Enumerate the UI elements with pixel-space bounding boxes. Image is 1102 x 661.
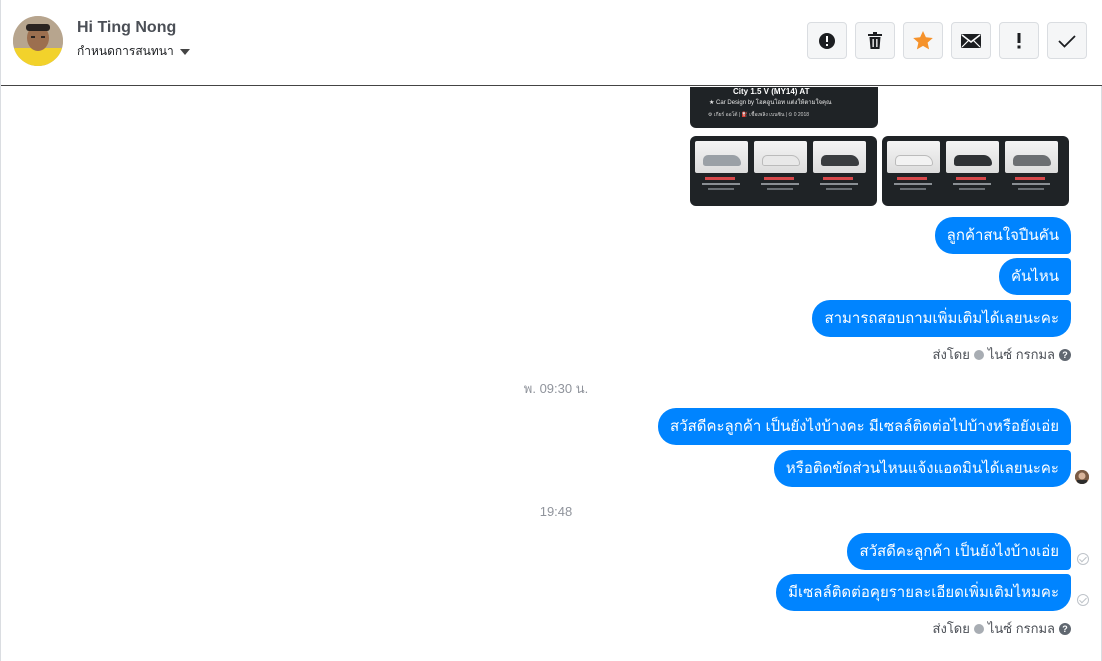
sent-by-info: ส่งโดย ไนซ์ กรกมล ? — [933, 344, 1071, 365]
sender-name[interactable]: ไนซ์ กรกมล — [988, 344, 1055, 365]
image-attachment-car-list-1[interactable] — [690, 136, 877, 206]
sent-by-label: ส่งโดย — [932, 621, 970, 636]
message-bubble[interactable]: ลูกค้าสนใจปืนคัน — [934, 217, 1071, 254]
mail-button[interactable] — [951, 22, 991, 59]
important-button[interactable] — [999, 22, 1039, 59]
image-attachment-car-list-2[interactable] — [882, 136, 1069, 206]
caret-down-icon — [179, 48, 190, 55]
star-icon — [913, 31, 933, 50]
important-icon — [1017, 32, 1021, 48]
car-title: City 1.5 V (MY14) AT — [733, 87, 810, 96]
car-subtitle: ★ Car Design by โฮคอูนโอท แต่งให้ตามใจคุ… — [709, 100, 832, 106]
contact-avatar[interactable] — [13, 16, 63, 66]
contact-name[interactable]: Hi Ting Nong — [77, 19, 176, 37]
image-attachment-car-banner[interactable]: City 1.5 V (MY14) AT ★ Car Design by โฮค… — [690, 87, 878, 128]
conversation-schedule-label: กำหนดการสนทนา — [77, 44, 174, 58]
conversation-header: Hi Ting Nong กำหนดการสนทนา — [1, 0, 1102, 86]
sent-check-icon — [1077, 594, 1089, 606]
page-icon — [973, 349, 984, 360]
car-listing-card — [754, 141, 807, 200]
mail-icon — [961, 33, 981, 48]
car-listing-card — [813, 141, 866, 200]
timestamp-divider: พ. 09:30 น. — [523, 381, 589, 396]
help-icon[interactable]: ? — [1059, 348, 1071, 361]
report-button[interactable] — [807, 22, 847, 59]
mark-done-button[interactable] — [1047, 22, 1087, 59]
sent-check-icon — [1077, 553, 1089, 565]
delete-button[interactable] — [855, 22, 895, 59]
car-listing-card — [887, 141, 940, 200]
timestamp-divider: 19:48 — [539, 504, 573, 519]
car-listing-card — [695, 141, 748, 200]
sender-name[interactable]: ไนซ์ กรกมล — [988, 618, 1055, 639]
star-button[interactable] — [903, 22, 943, 59]
trash-icon — [868, 31, 882, 49]
seen-avatar — [1075, 470, 1089, 484]
car-listing-card — [1005, 141, 1058, 200]
toolbar — [807, 22, 1087, 59]
report-icon — [819, 32, 835, 49]
page-icon — [973, 623, 984, 634]
conversation-schedule-dropdown[interactable]: กำหนดการสนทนา — [77, 42, 190, 61]
message-bubble[interactable]: สามารถสอบถามเพิ่มเติมได้เลยนะคะ — [812, 300, 1071, 337]
help-icon[interactable]: ? — [1059, 622, 1071, 635]
message-bubble[interactable]: มีเซลล์ติดต่อคุยรายละเอียดเพิ่มเติมไหมคะ — [776, 574, 1071, 611]
message-bubble[interactable]: คันไหน — [999, 258, 1071, 295]
message-bubble[interactable]: หรือติดขัดส่วนไหนแจ้งแอดมินได้เลยนะคะ — [773, 450, 1071, 487]
done-check-icon — [1058, 34, 1076, 48]
sent-by-info: ส่งโดย ไนซ์ กรกมล ? — [933, 618, 1071, 639]
message-bubble[interactable]: สวัสดีคะลูกค้า เป็นยังไงบ้างคะ มีเซลล์ติ… — [657, 408, 1071, 445]
message-bubble[interactable]: สวัสดีคะลูกค้า เป็นยังไงบ้างเอ่ย — [847, 533, 1071, 570]
car-specs: ⚙ เกียร์ ออโต้ | ⛽ เชื้อเพลิง เบนซิน | ⏲… — [708, 112, 810, 118]
chat-window: Hi Ting Nong กำหนดการสนทนา City 1.5 V (M… — [0, 0, 1102, 661]
message-list[interactable]: City 1.5 V (MY14) AT ★ Car Design by โฮค… — [1, 87, 1102, 661]
car-listing-card — [946, 141, 999, 200]
sent-by-label: ส่งโดย — [932, 347, 970, 362]
